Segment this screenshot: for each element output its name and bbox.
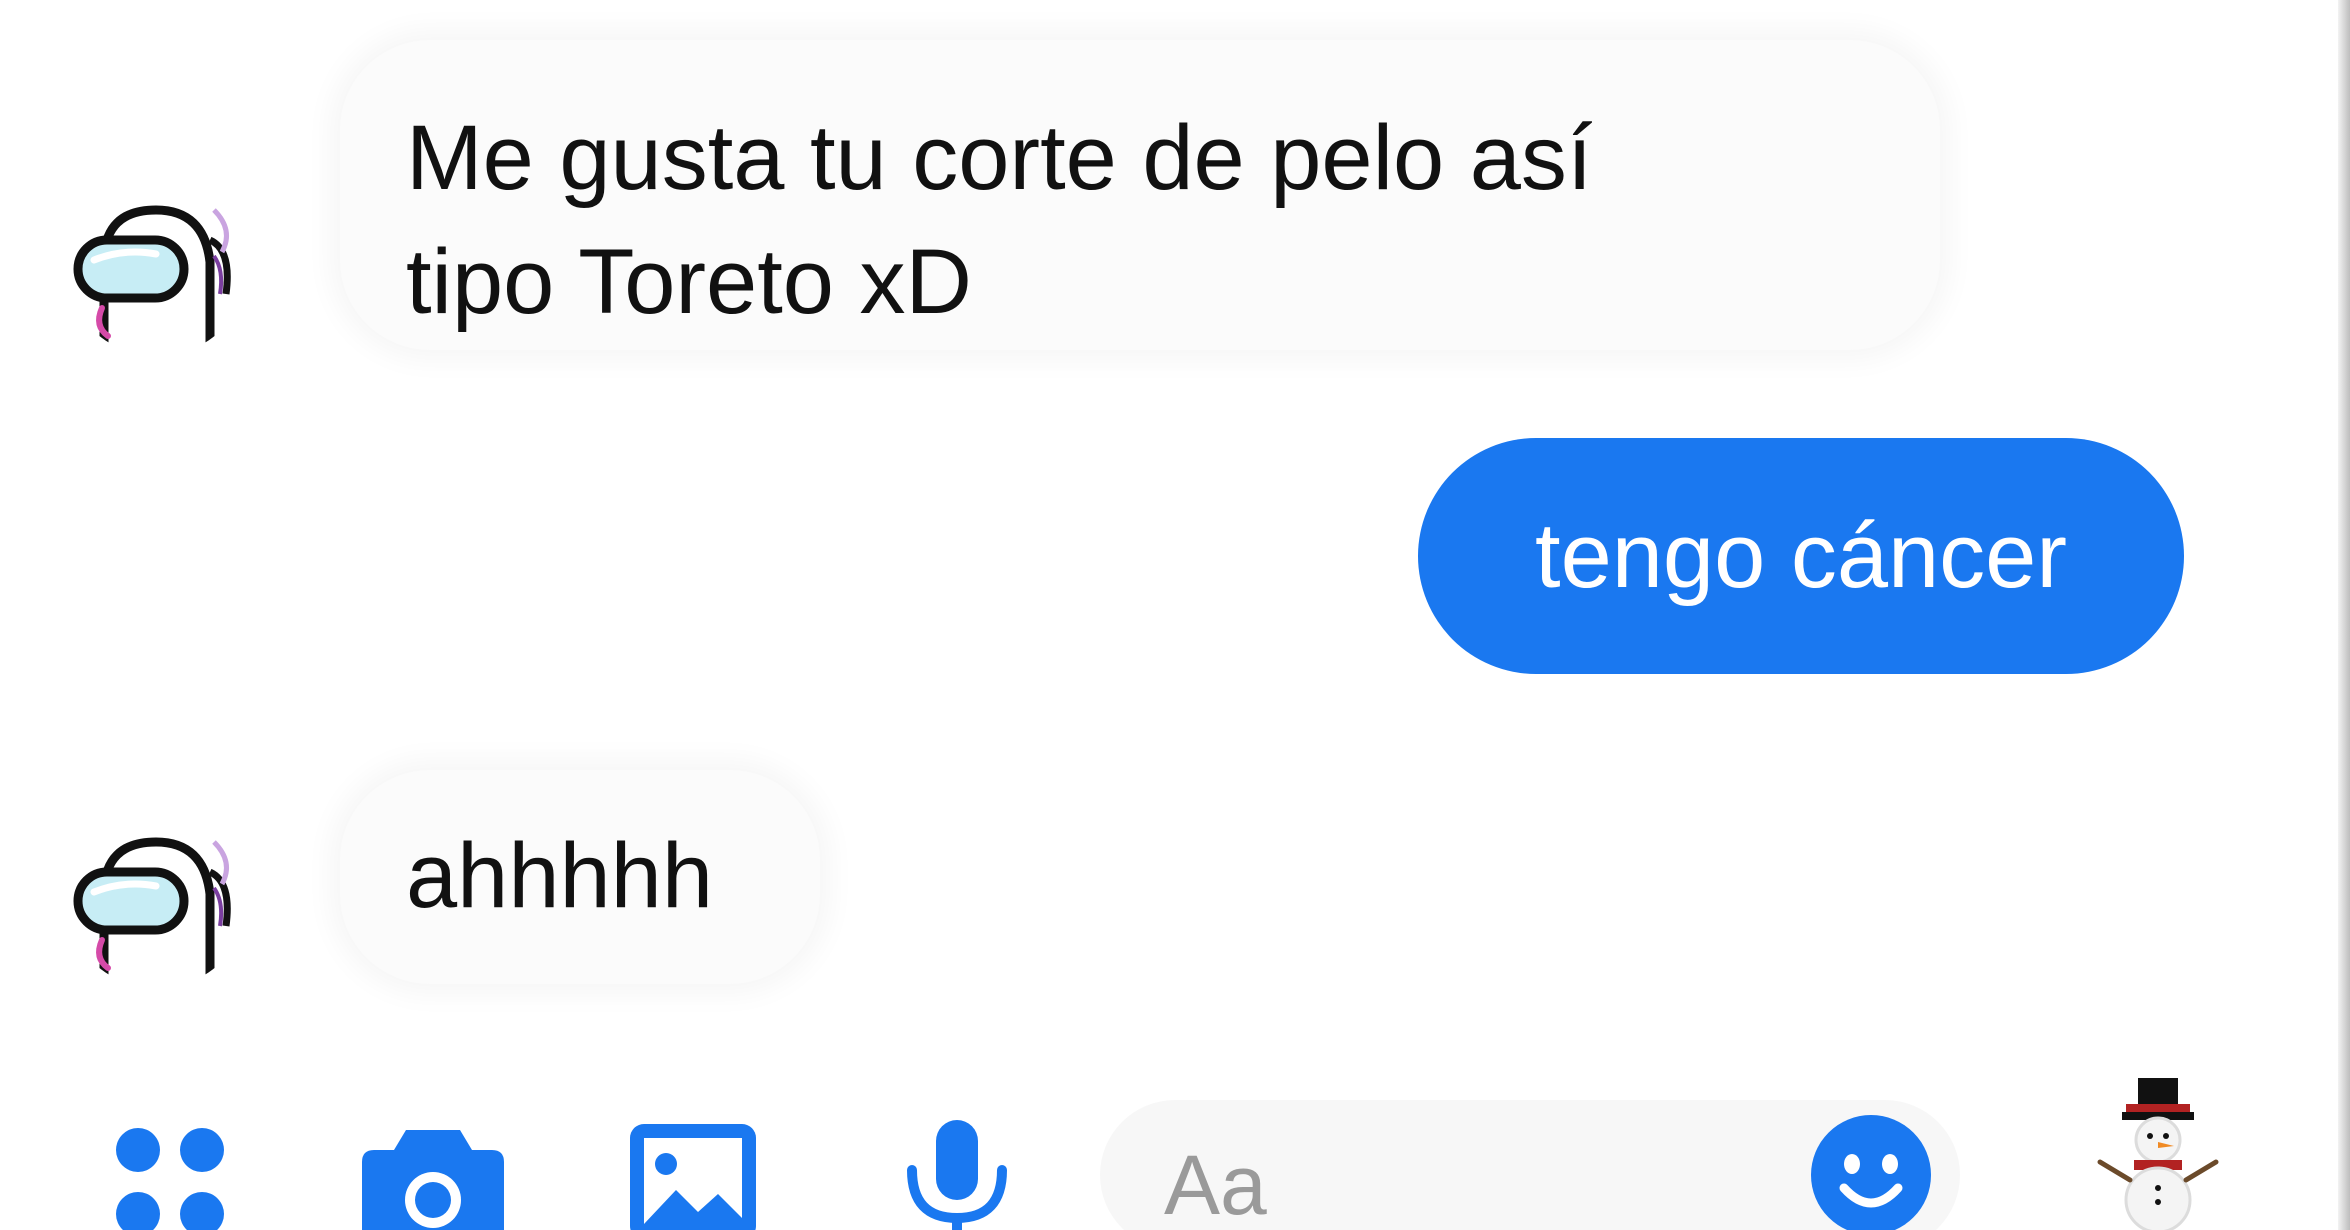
camera-icon[interactable] <box>360 1120 506 1230</box>
incoming-message-bubble[interactable]: ahhhhh <box>340 770 820 984</box>
apps-menu-icon[interactable] <box>110 1120 230 1230</box>
snowman-sticker-icon[interactable] <box>2094 1076 2224 1230</box>
microphone-icon[interactable] <box>902 1118 1012 1230</box>
crewmate-avatar-icon[interactable] <box>64 170 250 356</box>
gallery-icon[interactable] <box>626 1120 760 1230</box>
crewmate-avatar-icon[interactable] <box>64 802 250 988</box>
incoming-message-bubble[interactable]: Me gusta tu corte de pelo así tipo Toret… <box>340 40 1940 350</box>
message-text: ahhhhh <box>406 825 713 927</box>
message-input[interactable] <box>1164 1130 1764 1230</box>
screen-edge <box>2338 0 2350 1230</box>
composer-toolbar <box>0 1060 2338 1230</box>
message-text: tengo cáncer <box>1535 505 2067 607</box>
chat-screen: Me gusta tu corte de pelo así tipo Toret… <box>0 0 2350 1230</box>
emoji-icon[interactable] <box>1808 1112 1934 1230</box>
message-text-line: tipo Toreto xD <box>406 231 972 333</box>
outgoing-message-bubble[interactable]: tengo cáncer <box>1418 438 2184 674</box>
message-text-line: Me gusta tu corte de pelo así <box>406 107 1593 209</box>
